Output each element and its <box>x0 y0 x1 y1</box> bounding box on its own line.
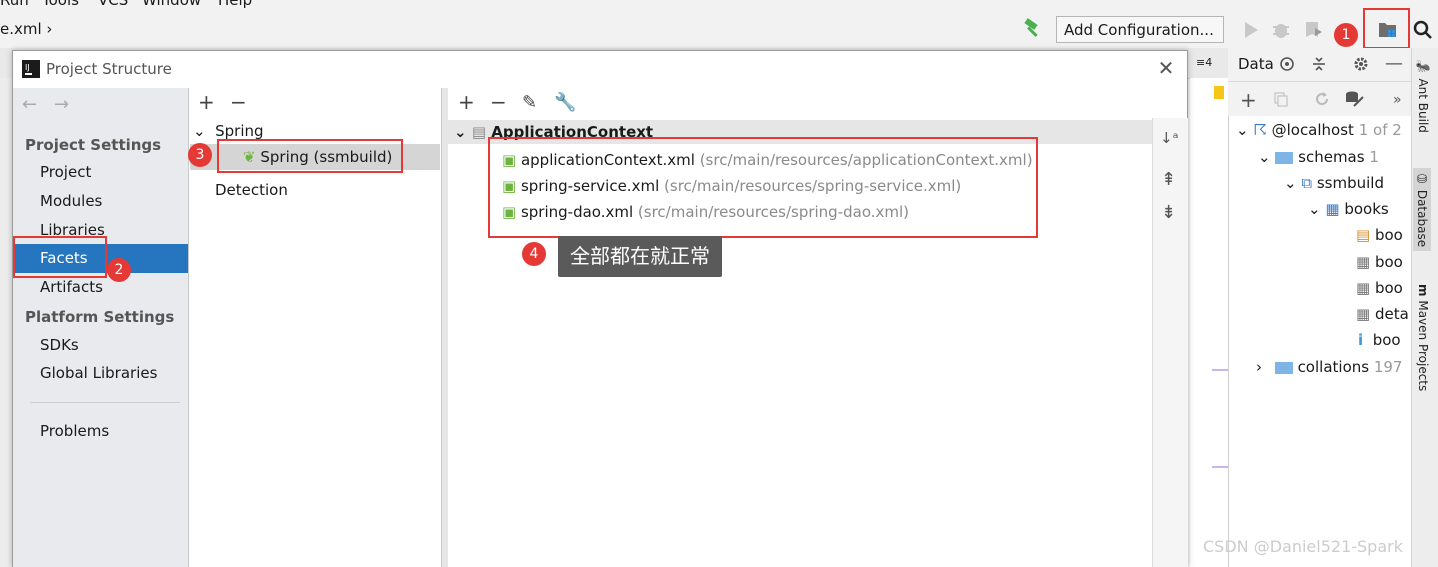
tree-row-schemas[interactable]: ⌄ schemas 1 <box>1258 146 1379 168</box>
refresh-icon[interactable] <box>1314 91 1330 107</box>
tree-row-column[interactable]: ▦ boo <box>1356 251 1403 273</box>
column-icon: ▦ <box>1356 253 1371 271</box>
ant-build-tab[interactable]: 🐜 Ant Build <box>1416 60 1430 133</box>
intellij-logo-icon: IJ <box>22 60 40 78</box>
tree-row-column[interactable]: ▤ boo <box>1356 224 1403 246</box>
badge-4: 4 <box>522 242 546 266</box>
menu-bar: Run Tools VCS Window Help <box>0 0 1438 10</box>
gear-icon[interactable] <box>1353 56 1369 72</box>
highlight-context-files <box>488 137 1038 238</box>
add-context-icon[interactable]: + <box>458 92 475 112</box>
tree-row-collations[interactable]: › collations 197 <box>1256 356 1402 378</box>
close-icon[interactable]: ✕ <box>1156 58 1176 78</box>
folder-icon <box>1275 151 1294 164</box>
collapse-all-icon[interactable]: ⇟ <box>1161 203 1176 223</box>
table-icon: ▦ <box>1325 200 1340 218</box>
schema-icon: ⧉ <box>1301 174 1313 192</box>
copy-icon[interactable] <box>1273 91 1289 107</box>
splitter[interactable] <box>442 88 448 567</box>
nav-heading-project-settings: Project Settings <box>25 136 162 154</box>
add-icon[interactable]: + <box>1240 90 1257 110</box>
wrench-icon[interactable]: 🔧 <box>554 93 576 113</box>
facet-item-detection[interactable]: Detection <box>215 181 288 199</box>
badge-1: 1 <box>1334 23 1358 47</box>
folder-icon <box>1274 361 1293 374</box>
debug-icon[interactable] <box>1270 19 1292 41</box>
back-arrow-icon[interactable]: ← <box>22 95 37 115</box>
chevron-down-icon[interactable]: ⌄ <box>193 122 206 140</box>
dialog-title-bar <box>13 51 1187 87</box>
sort-alpha-icon[interactable]: ↓ᵃ <box>1160 128 1178 148</box>
edit-pencil-icon[interactable]: ✎ <box>522 93 537 113</box>
menu-window[interactable]: Window <box>142 0 201 9</box>
editor-line-marker <box>1212 466 1228 468</box>
highlight-facets <box>13 236 107 278</box>
info-icon: i <box>1358 331 1364 349</box>
left-tool-strip <box>0 78 12 567</box>
build-hammer-icon[interactable] <box>1022 18 1044 40</box>
nav-item-sdks[interactable]: SDKs <box>40 336 79 354</box>
minimize-icon[interactable]: — <box>1385 54 1403 74</box>
collapse-icon[interactable] <box>1311 56 1327 72</box>
nav-item-artifacts[interactable]: Artifacts <box>40 278 103 296</box>
chevron-down-icon[interactable]: ⌄ <box>1308 200 1321 218</box>
add-facet-icon[interactable]: + <box>198 92 215 112</box>
search-icon[interactable] <box>1412 19 1434 41</box>
chevron-right-icon[interactable]: › <box>1256 358 1262 376</box>
menu-tools[interactable]: Tools <box>42 0 79 9</box>
tree-row-host[interactable]: ⌄ ☈ @localhost 1 of 2 <box>1236 119 1402 141</box>
nav-item-problems[interactable]: Problems <box>40 422 109 440</box>
tree-row-table[interactable]: ⌄ ▦ books <box>1308 198 1389 220</box>
nav-item-modules[interactable]: Modules <box>40 192 102 210</box>
menu-vcs[interactable]: VCS <box>98 0 128 9</box>
add-configuration-button[interactable]: Add Configuration... <box>1056 16 1224 43</box>
chevron-down-icon[interactable]: ⌄ <box>1236 121 1249 139</box>
schema-manage-icon[interactable] <box>1344 90 1364 108</box>
chevron-down-icon[interactable]: ⌄ <box>454 123 467 141</box>
column-icon: ▦ <box>1356 305 1371 323</box>
expand-all-icon[interactable]: ⇞ <box>1161 170 1176 190</box>
menu-help[interactable]: Help <box>218 0 252 9</box>
facet-group-spring[interactable]: ⌄ Spring <box>193 122 264 140</box>
highlight-spring-facet <box>217 139 403 173</box>
nav-divider <box>30 402 180 403</box>
nav-item-global-libraries[interactable]: Global Libraries <box>40 364 157 382</box>
chevron-down-icon[interactable]: ⌄ <box>1258 148 1271 166</box>
database-title: Data <box>1238 55 1274 73</box>
more-icon[interactable]: » <box>1393 90 1402 110</box>
badge-3: 3 <box>188 143 212 167</box>
nav-item-project[interactable]: Project <box>40 163 91 181</box>
forward-arrow-icon[interactable]: → <box>54 95 69 115</box>
editor-line-marker <box>1212 369 1228 371</box>
tree-row-column[interactable]: ▦ boo <box>1356 277 1403 299</box>
mysql-icon: ☈ <box>1253 121 1267 139</box>
tabs-count[interactable]: ≡4 <box>1196 56 1212 69</box>
remove-context-icon[interactable]: − <box>490 92 507 112</box>
coverage-icon[interactable] <box>1302 19 1324 41</box>
tree-row-schema[interactable]: ⌄ ⧉ ssmbuild <box>1284 172 1384 194</box>
maven-projects-tab[interactable]: m Maven Projects <box>1416 284 1430 391</box>
context-file-icon: ▤ <box>471 123 486 141</box>
run-icon[interactable] <box>1240 19 1262 41</box>
watermark: CSDN @Daniel521-Spark <box>1203 537 1403 556</box>
crosshair-icon[interactable] <box>1279 56 1295 72</box>
tree-row-column[interactable]: ▦ deta <box>1356 303 1409 325</box>
remove-facet-icon[interactable]: − <box>230 92 247 112</box>
svg-text:IJ: IJ <box>25 63 30 72</box>
tree-row-index[interactable]: i boo <box>1358 329 1401 351</box>
highlight-project-structure <box>1363 8 1410 49</box>
nav-heading-platform-settings: Platform Settings <box>25 308 175 326</box>
annotation-tooltip: 全部都在就正常 <box>558 236 722 277</box>
breadcrumb[interactable]: e.xml › <box>0 20 52 38</box>
chevron-down-icon[interactable]: ⌄ <box>1284 174 1297 192</box>
database-tab[interactable]: ⛁ Database <box>1413 168 1431 252</box>
editor-area <box>1190 78 1228 567</box>
dialog-title: Project Structure <box>46 60 172 78</box>
warning-marker <box>1214 86 1224 99</box>
settings-nav <box>13 88 189 567</box>
key-column-icon: ▤ <box>1356 226 1371 244</box>
badge-2: 2 <box>107 258 131 282</box>
column-icon: ▦ <box>1356 279 1371 297</box>
menu-run[interactable]: Run <box>0 0 29 9</box>
